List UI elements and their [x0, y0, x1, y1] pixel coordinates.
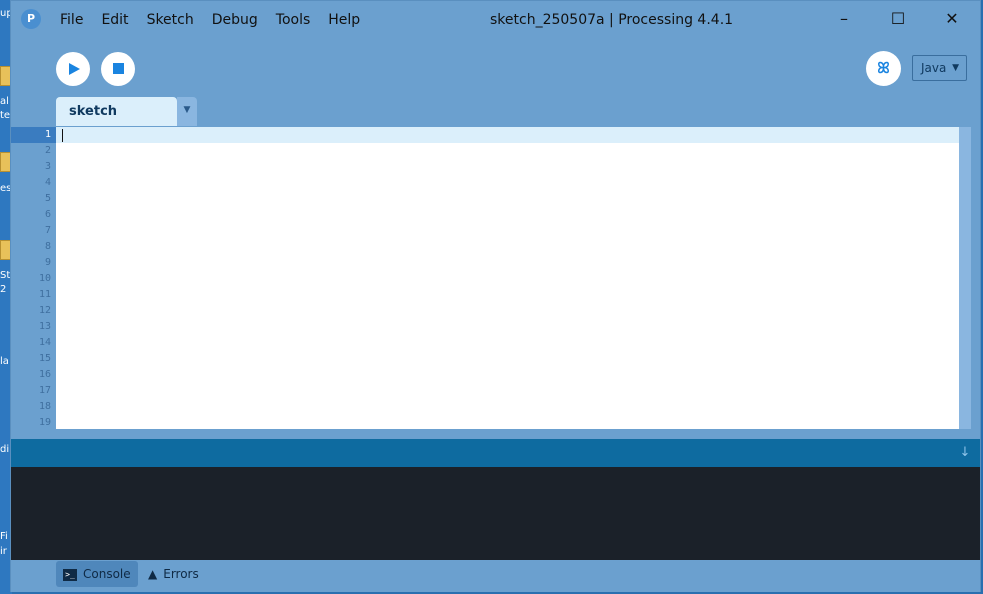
line-number: 8	[44, 241, 51, 252]
run-button[interactable]	[56, 52, 90, 86]
menu-file[interactable]: File	[51, 11, 92, 29]
processing-window: P File Edit Sketch Debug Tools Help sket…	[10, 0, 981, 592]
line-number: 16	[38, 369, 51, 380]
line-number: 15	[38, 353, 51, 364]
line-number: 9	[44, 257, 51, 268]
processing-app-icon[interactable]: P	[21, 9, 41, 29]
window-title: sketch_250507a | Processing 4.4.1	[490, 12, 734, 28]
chevron-down-icon: ▼	[183, 105, 191, 115]
maximize-button[interactable]: ☐	[875, 5, 921, 33]
tab-console-label: Console	[83, 567, 131, 581]
tab-console[interactable]: >_ Console	[56, 561, 138, 587]
console-output[interactable]	[11, 467, 980, 560]
menu-sketch[interactable]: Sketch	[138, 11, 203, 29]
menu-bar: File Edit Sketch Debug Tools Help	[51, 11, 369, 29]
line-number: 12	[38, 305, 51, 316]
menu-debug[interactable]: Debug	[203, 11, 267, 29]
menu-tools[interactable]: Tools	[267, 11, 320, 29]
text-cursor	[62, 129, 63, 142]
tab-errors-label: Errors	[163, 567, 199, 581]
menu-edit[interactable]: Edit	[92, 11, 137, 29]
chevron-down-icon: ▼	[952, 63, 959, 73]
footer-bar: >_ Console ▲ Errors	[11, 560, 980, 592]
line-number: 2	[44, 145, 51, 156]
line-number: 1	[11, 127, 56, 143]
tab-sketch[interactable]: sketch 250507a	[56, 97, 177, 148]
line-number: 14	[38, 337, 51, 348]
desktop-label: te	[0, 110, 11, 121]
current-line-highlight	[56, 127, 959, 143]
message-bar: ↓	[11, 439, 980, 467]
desktop-label: di	[0, 444, 10, 455]
desktop-label: la	[0, 356, 9, 367]
play-icon	[69, 63, 80, 75]
menu-help[interactable]: Help	[319, 11, 369, 29]
line-number: 10	[38, 273, 51, 284]
desktop-label: 2	[0, 284, 7, 295]
title-bar: P File Edit Sketch Debug Tools Help sket…	[11, 1, 980, 39]
line-number-gutter: 1 2 3 4 5 6 7 8 9 10 11 12 13 14 15 16 17 18 19	[11, 127, 56, 429]
line-number: 4	[44, 177, 51, 188]
editor-scrollbar[interactable]	[959, 127, 971, 429]
tab-errors[interactable]: ▲ Errors	[148, 561, 218, 587]
mode-label: Java	[921, 61, 947, 75]
warning-icon: ▲	[148, 567, 158, 581]
mode-selector[interactable]: Java ▼	[912, 55, 967, 81]
desktop-label: ir	[0, 546, 7, 557]
minimize-button[interactable]: –	[821, 5, 867, 33]
line-number: 5	[44, 193, 51, 204]
desktop-label: al	[0, 96, 9, 107]
debugger-icon: ꕤ	[877, 59, 890, 77]
close-button[interactable]: ✕	[929, 5, 975, 33]
line-number: 18	[38, 401, 51, 412]
collapse-console-icon[interactable]: ↓	[958, 445, 972, 461]
line-number: 11	[38, 289, 51, 300]
terminal-icon: >_	[63, 568, 77, 581]
line-number: 7	[44, 225, 51, 236]
code-editor[interactable]	[56, 127, 959, 429]
line-number: 17	[38, 385, 51, 396]
debugger-button[interactable]: ꕤ	[866, 51, 901, 86]
line-number: 13	[38, 321, 51, 332]
desktop-label: Fi	[0, 531, 8, 542]
line-number: 6	[44, 209, 51, 220]
stop-button[interactable]	[101, 52, 135, 86]
line-number: 3	[44, 161, 51, 172]
line-number: 19	[38, 417, 51, 428]
stop-icon	[113, 63, 124, 74]
tab-menu-button[interactable]: ▼	[177, 97, 197, 126]
desktop-label: St	[0, 270, 11, 281]
